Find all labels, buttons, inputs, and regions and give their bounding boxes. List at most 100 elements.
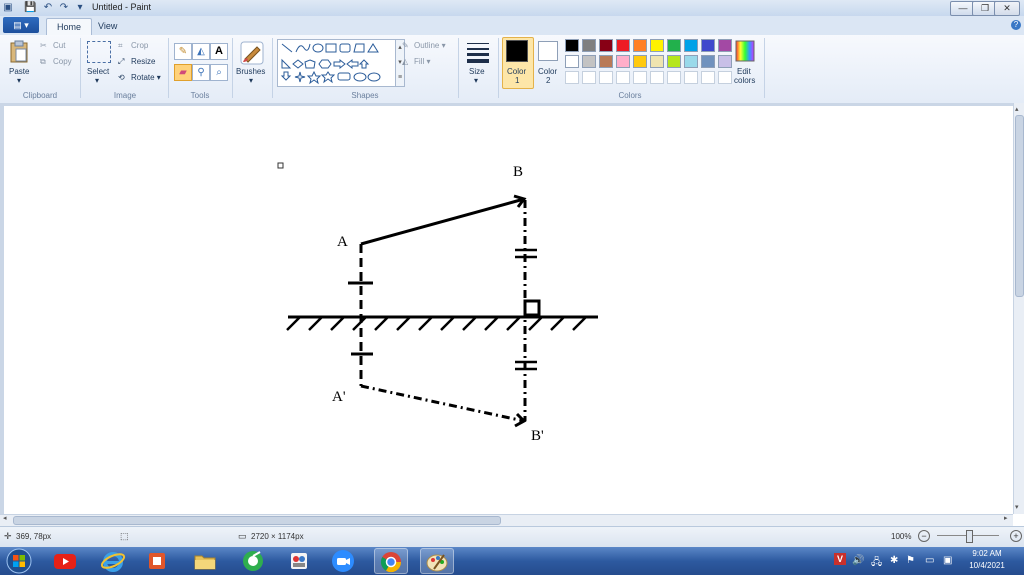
- zoom-icon[interactable]: [326, 548, 360, 574]
- windows-start-icon[interactable]: [2, 548, 36, 574]
- zoom-slider-thumb[interactable]: [966, 530, 973, 543]
- text-tool-icon[interactable]: A: [210, 43, 228, 60]
- palette-swatch[interactable]: [718, 55, 732, 68]
- horizontal-scroll-thumb[interactable]: [13, 516, 501, 525]
- palette-swatch[interactable]: [633, 39, 647, 52]
- copy-button[interactable]: Copy: [53, 57, 72, 66]
- palette-swatch[interactable]: [718, 39, 732, 52]
- palette-swatch[interactable]: [667, 55, 681, 68]
- eraser-icon[interactable]: ▰: [174, 64, 192, 81]
- palette-swatch[interactable]: [718, 71, 732, 84]
- mirror-line: [286, 315, 598, 331]
- battery-icon[interactable]: ▭: [925, 555, 934, 566]
- clock[interactable]: 9:02 AM 10/4/2021: [960, 548, 1014, 572]
- palette-swatch[interactable]: [599, 55, 613, 68]
- bluetooth-icon[interactable]: ✱: [890, 555, 898, 566]
- size-dropdown-icon[interactable]: ▾: [474, 76, 478, 85]
- size-button[interactable]: Size: [469, 67, 485, 76]
- vertical-scroll-thumb[interactable]: [1015, 115, 1024, 297]
- flag-icon[interactable]: ⚑: [906, 555, 915, 566]
- color2-swatch[interactable]: [538, 41, 558, 61]
- file-explorer-icon[interactable]: [188, 548, 222, 574]
- paste-icon[interactable]: [8, 40, 30, 64]
- tab-home[interactable]: Home: [46, 18, 93, 36]
- outline-button[interactable]: Outline ▾: [414, 41, 446, 50]
- brushes-button[interactable]: Brushes: [236, 67, 265, 76]
- palette-swatch[interactable]: [633, 71, 647, 84]
- network-icon[interactable]: 🖧: [871, 555, 882, 572]
- file-menu-button[interactable]: ▤ ▾: [3, 17, 39, 33]
- zoom-out-button[interactable]: −: [918, 530, 930, 542]
- magnifier-icon[interactable]: ⌕: [210, 64, 228, 81]
- volume-icon[interactable]: 🔊: [852, 555, 864, 566]
- office-icon[interactable]: [140, 548, 174, 574]
- palette-swatch[interactable]: [616, 55, 630, 68]
- edit-colors-button[interactable]: Edit: [737, 67, 751, 76]
- title-bar: ▣ 💾 ↶ ↷ ▾ Untitled - Paint — ❐ ✕: [0, 0, 1024, 16]
- palette-swatch[interactable]: [582, 71, 596, 84]
- close-button[interactable]: ✕: [994, 1, 1020, 16]
- edit-colors-icon[interactable]: [735, 40, 755, 62]
- palette-swatch[interactable]: [650, 55, 664, 68]
- select-dropdown-icon[interactable]: ▾: [95, 76, 99, 85]
- palette-swatch[interactable]: [650, 39, 664, 52]
- youtube-icon[interactable]: [48, 548, 82, 574]
- cut-button[interactable]: Cut: [53, 41, 65, 50]
- scroll-down-icon[interactable]: ▾: [1015, 503, 1019, 511]
- tab-view[interactable]: View: [88, 18, 127, 35]
- fill-button[interactable]: Fill ▾: [414, 57, 430, 66]
- tray-app-v[interactable]: V: [834, 553, 846, 565]
- paste-dropdown-icon[interactable]: ▾: [17, 76, 21, 85]
- fill-bucket-icon[interactable]: ◭: [192, 43, 210, 60]
- undo-icon[interactable]: ↶: [42, 2, 54, 14]
- palette-swatch[interactable]: [684, 71, 698, 84]
- select-button[interactable]: Select: [87, 67, 109, 76]
- help-icon[interactable]: ?: [1011, 20, 1021, 30]
- palette-swatch[interactable]: [582, 39, 596, 52]
- redo-icon[interactable]: ↷: [58, 2, 70, 14]
- palette-swatch[interactable]: [667, 39, 681, 52]
- save-icon[interactable]: 💾: [24, 2, 36, 14]
- paste-button[interactable]: Paste: [9, 67, 29, 76]
- internet-explorer-icon[interactable]: [96, 548, 130, 574]
- palette-swatch[interactable]: [616, 71, 630, 84]
- palette-swatch[interactable]: [565, 55, 579, 68]
- paint-app-icon[interactable]: ▣: [2, 2, 14, 14]
- palette-swatch[interactable]: [616, 39, 630, 52]
- brushes-icon[interactable]: [239, 40, 265, 66]
- palette-swatch[interactable]: [701, 71, 715, 84]
- scroll-up-icon[interactable]: ▴: [1015, 105, 1019, 113]
- palette-swatch[interactable]: [701, 55, 715, 68]
- palette-swatch[interactable]: [599, 71, 613, 84]
- color-picker-icon[interactable]: ⚲: [192, 64, 210, 81]
- scroll-right-icon[interactable]: ▸: [1004, 514, 1008, 522]
- shapes-gallery[interactable]: [277, 39, 397, 87]
- canvas-resize-handle[interactable]: [277, 162, 284, 169]
- palette-swatch[interactable]: [701, 39, 715, 52]
- customize-quick-access-icon[interactable]: ▾: [74, 2, 86, 14]
- palette-swatch[interactable]: [565, 71, 579, 84]
- pencil-icon[interactable]: ✎: [174, 43, 192, 60]
- chrome-icon[interactable]: [374, 548, 408, 574]
- paint-icon[interactable]: [420, 548, 454, 574]
- people-icon[interactable]: [282, 548, 316, 574]
- palette-swatch[interactable]: [684, 55, 698, 68]
- rotate-button[interactable]: Rotate ▾: [131, 73, 161, 82]
- chrome-tool-icon[interactable]: [236, 548, 270, 574]
- crop-button[interactable]: Crop: [131, 41, 148, 50]
- palette-swatch[interactable]: [565, 39, 579, 52]
- palette-swatch[interactable]: [599, 39, 613, 52]
- size-icon[interactable]: [466, 41, 490, 63]
- palette-swatch[interactable]: [684, 39, 698, 52]
- brushes-dropdown-icon[interactable]: ▾: [249, 76, 253, 85]
- drawing-canvas[interactable]: A B A' B': [4, 106, 1013, 514]
- scroll-left-icon[interactable]: ◂: [3, 514, 7, 522]
- select-icon[interactable]: [87, 41, 111, 63]
- palette-swatch[interactable]: [633, 55, 647, 68]
- palette-swatch[interactable]: [582, 55, 596, 68]
- action-center-icon[interactable]: ▣: [943, 555, 952, 566]
- palette-swatch[interactable]: [667, 71, 681, 84]
- palette-swatch[interactable]: [650, 71, 664, 84]
- resize-button[interactable]: Resize: [131, 57, 155, 66]
- zoom-in-button[interactable]: +: [1010, 530, 1022, 542]
